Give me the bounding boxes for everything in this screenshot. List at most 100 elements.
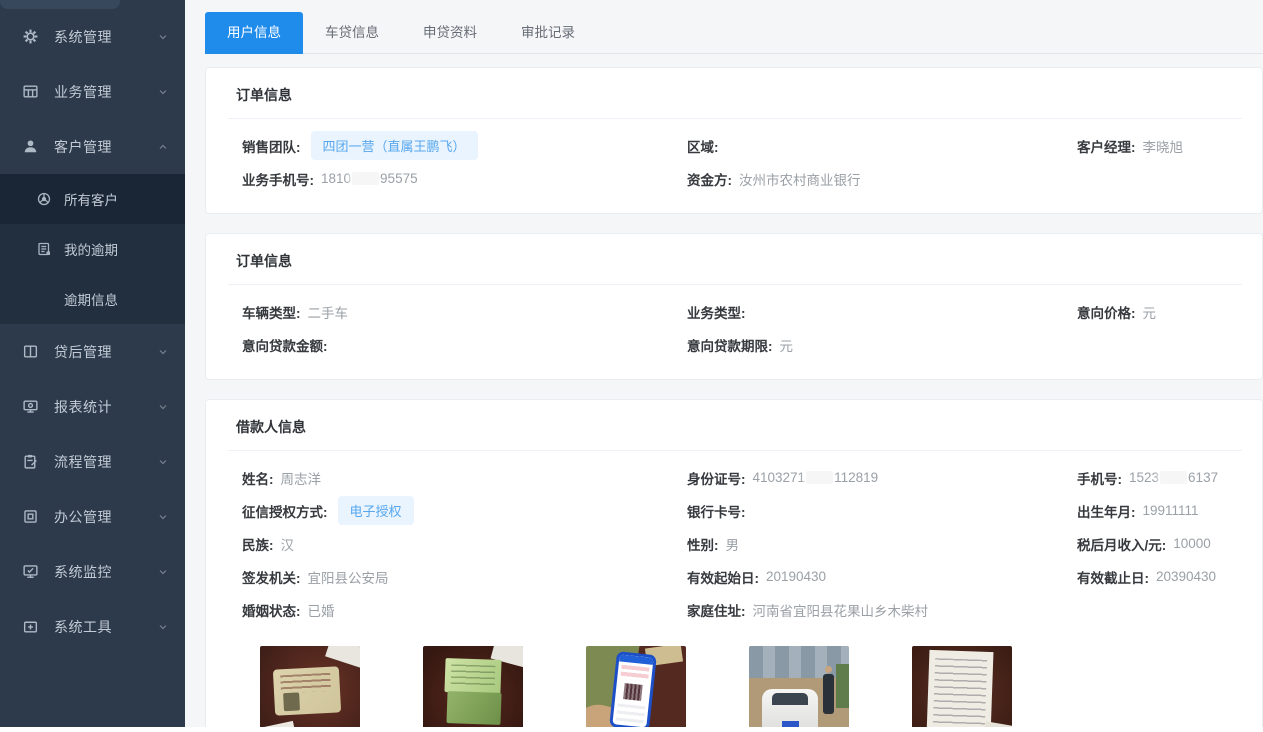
- sidebar-item-system-tools[interactable]: 系统工具: [0, 599, 185, 654]
- chevron-down-icon: [157, 456, 169, 468]
- sidebar-item-business-management[interactable]: 业务管理: [0, 64, 185, 119]
- field-issuing-authority: 签发机关: 宜阳县公安局: [242, 560, 687, 593]
- field-value: 汉: [281, 534, 295, 554]
- sidebar-item-system-management[interactable]: 系统管理: [0, 9, 185, 64]
- field-label: 有效截止日:: [1077, 567, 1149, 587]
- field-mobile-number: 手机号: 15236137: [1077, 461, 1242, 494]
- fields-grid: 销售团队: 四团一营（直属王鹏飞） 区域: 客户经理: 李晓旭 业务手机号: 1…: [228, 129, 1242, 195]
- field-value: 20190430: [766, 569, 826, 584]
- field-label: 业务类型:: [687, 302, 746, 322]
- e-auth-tag[interactable]: 电子授权: [338, 496, 414, 525]
- screen-rows-shape: [620, 665, 649, 682]
- field-label: 资金方:: [687, 169, 732, 189]
- field-label: 税后月收入/元:: [1077, 534, 1166, 554]
- photo-phone-qr[interactable]: [586, 646, 686, 732]
- field-valid-from: 有效起始日: 20190430: [687, 560, 1077, 593]
- sidebar-item-post-loan-management[interactable]: 贷后管理: [0, 324, 185, 379]
- chevron-down-icon: [157, 346, 169, 358]
- field-label: 意向贷款期限:: [687, 335, 773, 355]
- sidebar-item-all-customers[interactable]: 所有客户: [0, 174, 185, 224]
- field-account-manager: 客户经理: 李晓旭: [1077, 129, 1242, 162]
- card-title: 订单信息: [228, 68, 1242, 119]
- sidebar-item-label: 客户管理: [54, 137, 157, 157]
- field-value: 4103271112819: [753, 470, 879, 485]
- sidebar-item-label: 系统监控: [54, 562, 157, 582]
- field-value: 19911111: [1143, 503, 1199, 518]
- person-shape: [823, 674, 834, 714]
- buildings-shape: [749, 646, 849, 678]
- photo-id-card[interactable]: [260, 646, 360, 732]
- field-monthly-income: 税后月收入/元: 10000: [1077, 527, 1242, 560]
- paper-shape: [927, 650, 994, 732]
- field-id-number: 身份证号: 4103271112819: [687, 461, 1077, 494]
- customer-management-submenu: 所有客户 我的逾期 逾期信息: [0, 174, 185, 324]
- photo-green-booklet[interactable]: [423, 646, 523, 732]
- field-label: 性别:: [687, 534, 719, 554]
- square-icon: [22, 508, 39, 525]
- field-label: 业务手机号:: [242, 169, 314, 189]
- field-region: 区域:: [687, 129, 1077, 162]
- qr-code-shape: [623, 683, 643, 701]
- field-value: 181095575: [321, 171, 418, 186]
- field-value: 10000: [1173, 536, 1211, 551]
- field-label: 身份证号:: [687, 468, 746, 488]
- sidebar-item-customer-management[interactable]: 客户管理: [0, 119, 185, 174]
- field-valid-until: 有效截止日: 20390430: [1077, 560, 1242, 593]
- field-value: 河南省宜阳县花果山乡木柴村: [753, 600, 929, 620]
- field-intended-loan-term: 意向贷款期限: 元: [687, 328, 1077, 361]
- gear-icon: [22, 28, 39, 45]
- page-bottom-edge: [0, 727, 1263, 732]
- id-card-shape: [273, 666, 341, 715]
- sidebar-item-report-statistics[interactable]: 报表统计: [0, 379, 185, 434]
- sidebar-item-office-management[interactable]: 办公管理: [0, 489, 185, 544]
- sales-team-tag[interactable]: 四团一营（直属王鹏飞）: [311, 131, 478, 160]
- card-title: 订单信息: [228, 234, 1242, 285]
- field-value: 男: [726, 534, 740, 554]
- tab-approval-records[interactable]: 审批记录: [499, 12, 597, 54]
- sidebar-item-label: 办公管理: [54, 507, 157, 527]
- field-marital-status: 婚姻状态: 已婚: [242, 593, 687, 626]
- field-home-address: 家庭住址: 河南省宜阳县花果山乡木柴村: [687, 593, 1077, 626]
- field-label: 意向贷款金额:: [242, 335, 328, 355]
- toolbox-icon: [22, 618, 39, 635]
- field-label: 有效起始日:: [687, 567, 759, 587]
- field-label: 意向价格:: [1077, 302, 1136, 322]
- monitor-check-icon: [22, 563, 39, 580]
- clipboard-icon: [22, 453, 39, 470]
- sidebar-item-overdue-info[interactable]: 逾期信息: [0, 274, 185, 324]
- sidebar-item-label: 贷后管理: [54, 342, 157, 362]
- sidebar-item-label: 系统管理: [54, 27, 157, 47]
- field-label: 民族:: [242, 534, 274, 554]
- field-label: 征信授权方式:: [242, 501, 328, 521]
- user-icon: [22, 138, 39, 155]
- sidebar-item-label: 业务管理: [54, 82, 157, 102]
- field-value: 二手车: [308, 302, 349, 322]
- photo-item: 其他材料: [912, 646, 1012, 732]
- redacted-text: [352, 172, 379, 185]
- book-icon: [22, 343, 39, 360]
- photo-person-car[interactable]: [749, 646, 849, 732]
- sidebar-item-my-overdue[interactable]: 我的逾期: [0, 224, 185, 274]
- redacted-text: [806, 471, 833, 484]
- sidebar-item-system-monitoring[interactable]: 系统监控: [0, 544, 185, 599]
- tab-content: 订单信息 销售团队: 四团一营（直属王鹏飞） 区域: 客户经理: 李晓旭 业务手…: [205, 54, 1263, 732]
- tab-user-info[interactable]: 用户信息: [205, 12, 303, 54]
- photo-handwritten-doc[interactable]: [912, 646, 1012, 732]
- sidebar-item-process-management[interactable]: 流程管理: [0, 434, 185, 489]
- tab-loan-application-docs[interactable]: 申贷资料: [401, 12, 499, 54]
- field-value: 周志洋: [281, 468, 322, 488]
- field-name: 姓名: 周志洋: [242, 461, 687, 494]
- screen-rows-shape: [616, 703, 646, 724]
- field-label: 客户经理:: [1077, 136, 1136, 156]
- field-fund-provider: 资金方: 汝州市农村商业银行: [687, 162, 1077, 195]
- borrower-info-card: 借款人信息 姓名: 周志洋 身份证号: 4103271112819 手机号: 1…: [205, 399, 1263, 732]
- chevron-up-icon: [157, 141, 169, 153]
- field-value: 李晓旭: [1143, 136, 1184, 156]
- field-label: 银行卡号:: [687, 501, 746, 521]
- phone-shape: [609, 651, 657, 731]
- tab-car-loan-info[interactable]: 车贷信息: [303, 12, 401, 54]
- chevron-down-icon: [157, 86, 169, 98]
- field-business-phone: 业务手机号: 181095575: [242, 162, 687, 195]
- field-sales-team: 销售团队: 四团一营（直属王鹏飞）: [242, 129, 687, 162]
- chevron-down-icon: [157, 401, 169, 413]
